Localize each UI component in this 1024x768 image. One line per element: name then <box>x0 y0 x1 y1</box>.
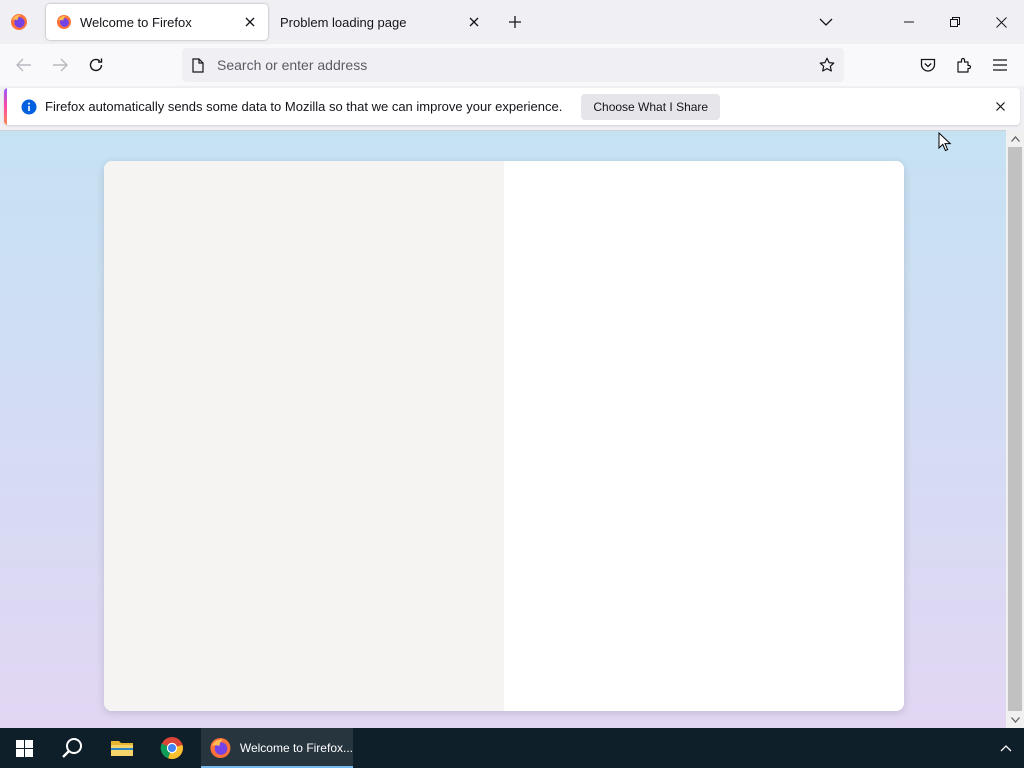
vertical-scrollbar[interactable] <box>1006 130 1024 728</box>
firefox-taskbar-button[interactable]: Welcome to Firefox... <box>201 728 353 768</box>
pocket-icon[interactable] <box>912 49 944 81</box>
notification-message: Firefox automatically sends some data to… <box>45 99 563 114</box>
info-icon <box>21 99 37 115</box>
file-explorer-button[interactable] <box>98 728 146 768</box>
reload-icon[interactable] <box>80 49 112 81</box>
taskbar-window-label: Welcome to Firefox... <box>239 741 353 755</box>
close-icon[interactable] <box>242 14 258 30</box>
search-icon <box>62 738 82 758</box>
welcome-card-right-pane <box>504 161 904 706</box>
chrome-taskbar-button[interactable] <box>148 728 196 768</box>
choose-what-i-share-button[interactable]: Choose What I Share <box>581 93 721 120</box>
page-icon <box>190 57 206 73</box>
scroll-up-arrow-icon[interactable] <box>1006 130 1024 147</box>
arrow-left-icon[interactable] <box>8 49 40 81</box>
window-close-button[interactable] <box>978 0 1024 44</box>
tab-problem-loading-page[interactable]: Problem loading page <box>270 4 492 40</box>
tab-welcome-to-firefox[interactable]: Welcome to Firefox <box>46 4 268 40</box>
mouse-pointer-icon <box>938 132 952 152</box>
welcome-card <box>104 161 904 711</box>
close-icon[interactable] <box>466 14 482 30</box>
chrome-logo-icon <box>160 737 183 760</box>
firefox-logo-icon <box>210 738 231 758</box>
hamburger-menu-icon[interactable] <box>984 49 1016 81</box>
plus-icon[interactable] <box>505 12 525 32</box>
chevron-up-icon[interactable] <box>994 728 1018 768</box>
chevron-down-icon[interactable] <box>816 12 836 32</box>
tab-title: Problem loading page <box>280 14 407 30</box>
firefox-logo-icon[interactable] <box>9 12 29 32</box>
scroll-down-arrow-icon[interactable] <box>1006 711 1024 728</box>
scrollbar-thumb[interactable] <box>1008 147 1022 711</box>
start-button[interactable] <box>0 728 48 768</box>
url-input[interactable] <box>214 50 813 80</box>
navigation-toolbar <box>0 44 1024 86</box>
tab-title: Welcome to Firefox <box>80 14 192 30</box>
tab-strip: Welcome to Firefox Problem loading page <box>0 0 1024 44</box>
puzzle-icon[interactable] <box>948 49 980 81</box>
close-icon[interactable] <box>992 98 1008 114</box>
firefox-logo-icon <box>57 15 71 29</box>
address-bar <box>182 48 844 82</box>
notification-accent <box>4 88 7 125</box>
windows-taskbar: Welcome to Firefox... <box>0 728 1024 768</box>
restore-button[interactable] <box>932 0 978 44</box>
telemetry-notification-bar: Firefox automatically sends some data to… <box>4 88 1020 125</box>
taskbar-search-button[interactable] <box>48 728 96 768</box>
star-icon[interactable] <box>813 51 841 79</box>
folder-icon <box>111 741 133 756</box>
arrow-right-icon[interactable] <box>44 49 76 81</box>
minimize-button[interactable] <box>886 0 932 44</box>
welcome-card-left-pane <box>104 161 504 711</box>
page-content <box>0 130 1006 728</box>
windows-logo-icon <box>15 739 33 757</box>
